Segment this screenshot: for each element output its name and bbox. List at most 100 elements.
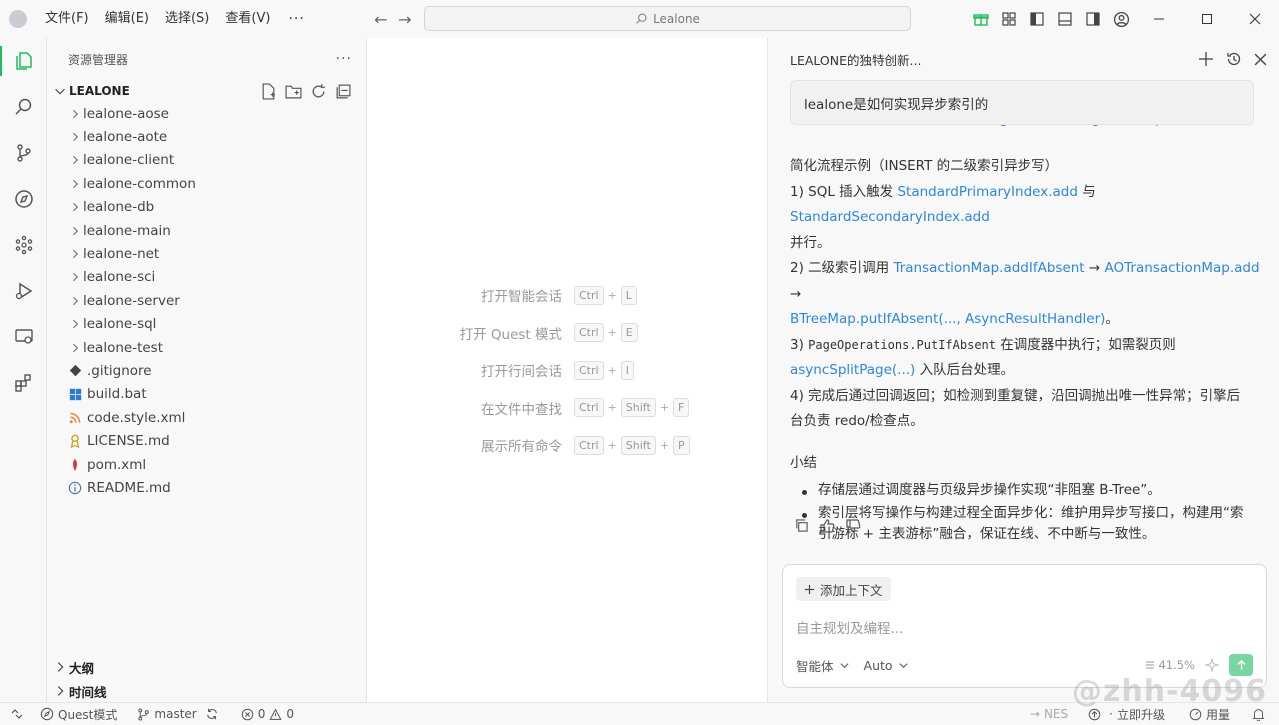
arrow-up-icon	[1236, 659, 1246, 670]
run-debug-icon[interactable]	[0, 268, 47, 314]
sync-icon[interactable]	[205, 707, 219, 721]
tree-file-item[interactable]: build.bat	[47, 383, 366, 406]
chevron-right-icon	[57, 686, 64, 696]
chevron-right-icon	[67, 201, 83, 213]
more-actions-icon[interactable]: ···	[336, 51, 352, 67]
compass-icon[interactable]	[0, 176, 47, 222]
tree-folder-item[interactable]: lealone-db	[47, 196, 366, 219]
upgrade-item[interactable]: · 立即升级	[1082, 706, 1171, 723]
key-cap: Ctrl	[574, 323, 604, 342]
tree-folder-item[interactable]: lealone-common	[47, 172, 366, 195]
problems-item[interactable]: 0 0	[235, 707, 300, 721]
menu-select[interactable]: 选择(S)	[157, 6, 217, 32]
shortcut-hint: 打开行间会话 Ctrl + I	[367, 360, 635, 380]
outline-section[interactable]: 大纲	[47, 655, 367, 679]
link-standardsecondaryindex-add[interactable]: StandardSecondaryIndex.add	[790, 209, 990, 225]
toggle-secondary-sidebar-icon[interactable]	[1079, 5, 1107, 33]
model-select[interactable]: Auto	[864, 658, 909, 673]
sparkle-icon[interactable]	[1205, 658, 1219, 672]
menu-more[interactable]: ···	[278, 6, 314, 32]
notifications-icon[interactable]	[1246, 708, 1271, 721]
thumbs-up-icon[interactable]	[819, 518, 835, 534]
chevron-down-icon	[839, 662, 849, 668]
maximize-icon[interactable]	[1183, 0, 1231, 38]
remote-indicator[interactable]	[0, 708, 34, 720]
tree-folder-item[interactable]: lealone-aote	[47, 125, 366, 148]
tree-folder-label: lealone-client	[83, 152, 175, 169]
tree-folder-item[interactable]: lealone-sql	[47, 313, 366, 336]
tree-file-label: .gitignore	[87, 362, 152, 379]
tree-file-item[interactable]: .gitignore	[47, 359, 366, 382]
source-control-icon[interactable]	[0, 130, 47, 176]
menu-edit[interactable]: 编辑(E)	[97, 6, 157, 32]
timeline-section[interactable]: 时间线	[47, 679, 367, 703]
link-asyncsplitpage[interactable]: asyncSplitPage(...)	[790, 362, 915, 378]
toggle-primary-sidebar-icon[interactable]	[1023, 5, 1051, 33]
new-chat-icon[interactable]	[1198, 51, 1214, 67]
link-btreemap-putifabsent[interactable]: BTreeMap.putIfAbsent(..., AsyncResultHan…	[790, 311, 1105, 327]
forward-arrow-icon[interactable]: →	[393, 10, 417, 29]
link-standardprimaryindex-add[interactable]: StandardPrimaryIndex.add	[897, 184, 1077, 200]
nes-arrow-icon: →	[1029, 707, 1040, 721]
tree-folder-item[interactable]: lealone-net	[47, 242, 366, 265]
quest-mode-item[interactable]: Quest模式	[34, 706, 123, 723]
new-file-icon[interactable]	[260, 82, 277, 100]
copy-icon[interactable]	[794, 518, 809, 533]
search-icon[interactable]	[0, 84, 47, 130]
layout-customize-icon[interactable]	[995, 5, 1023, 33]
nes-label: NES	[1043, 707, 1069, 721]
graph-icon[interactable]	[0, 222, 47, 268]
workspace-root-label: LEALONE	[69, 84, 130, 98]
activity-bar	[0, 38, 47, 702]
code-pageoperations: PageOperations.PutIfAbsent	[808, 337, 996, 352]
close-icon[interactable]	[1254, 53, 1267, 66]
workspace-section[interactable]: LEALONE	[47, 80, 366, 102]
minimize-icon[interactable]	[1135, 0, 1183, 38]
tree-file-item[interactable]: LICENSE.md	[47, 429, 366, 452]
shortcut-label: 打开行间会话	[481, 364, 562, 380]
remote-explorer-icon[interactable]	[0, 314, 47, 360]
branch-label: master	[154, 707, 197, 721]
link-transactionmap-addifabsent[interactable]: TransactionMap.addIfAbsent	[893, 260, 1084, 276]
usage-label: 用量	[1205, 707, 1230, 722]
mode-select[interactable]: 智能体	[796, 656, 850, 675]
menu-file[interactable]: 文件(F)	[37, 6, 97, 32]
tree-folder-item[interactable]: lealone-client	[47, 149, 366, 172]
flow-step-1: 1) SQL 插入触发 StandardPrimaryIndex.add 与 S…	[790, 183, 1096, 251]
close-window-icon[interactable]	[1231, 0, 1279, 38]
error-icon	[241, 708, 254, 720]
shortcut-label: 打开 Quest 模式	[459, 326, 562, 343]
tree-file-item[interactable]: README.md	[47, 476, 366, 499]
tree-folder-item[interactable]: lealone-sci	[47, 266, 366, 289]
toggle-panel-icon[interactable]	[1051, 5, 1079, 33]
extensions-icon[interactable]	[0, 360, 47, 406]
explorer-icon[interactable]	[0, 38, 47, 84]
new-folder-icon[interactable]	[285, 83, 302, 100]
send-button[interactable]	[1229, 654, 1253, 676]
key-plus: +	[659, 401, 670, 414]
refresh-icon[interactable]	[310, 83, 327, 100]
gift-icon[interactable]	[967, 5, 995, 33]
back-arrow-icon[interactable]: ←	[369, 10, 393, 29]
tree-folder-item[interactable]: lealone-test	[47, 336, 366, 359]
chat-input-placeholder[interactable]: 自主规划及编程...	[796, 617, 903, 637]
thumbs-down-icon[interactable]	[845, 518, 861, 534]
usage-item[interactable]: 用量	[1183, 706, 1236, 723]
tree-folder-item[interactable]: lealone-main	[47, 219, 366, 242]
branch-item[interactable]: master	[131, 707, 224, 721]
tree-folder-item[interactable]: lealone-server	[47, 289, 366, 312]
menu-view[interactable]: 查看(V)	[217, 6, 278, 32]
command-search-box[interactable]: Lealone	[424, 6, 911, 31]
tree-folder-item[interactable]: lealone-aose	[47, 102, 366, 125]
chat-input-box[interactable]: 添加上下文 自主规划及编程... 智能体 Auto 41.5%	[782, 564, 1267, 688]
tree-file-item[interactable]: pom.xml	[47, 453, 366, 476]
collapse-all-icon[interactable]	[335, 83, 352, 100]
account-icon[interactable]	[1107, 5, 1135, 33]
history-icon[interactable]	[1226, 51, 1242, 67]
nes-item[interactable]: → NES	[1024, 707, 1074, 721]
chevron-right-icon	[67, 154, 83, 166]
add-context-button[interactable]: 添加上下文	[796, 577, 891, 601]
link-aotransactionmap-add[interactable]: AOTransactionMap.add	[1105, 260, 1260, 276]
model-label: Auto	[863, 657, 893, 673]
tree-file-item[interactable]: code.style.xml	[47, 406, 366, 429]
